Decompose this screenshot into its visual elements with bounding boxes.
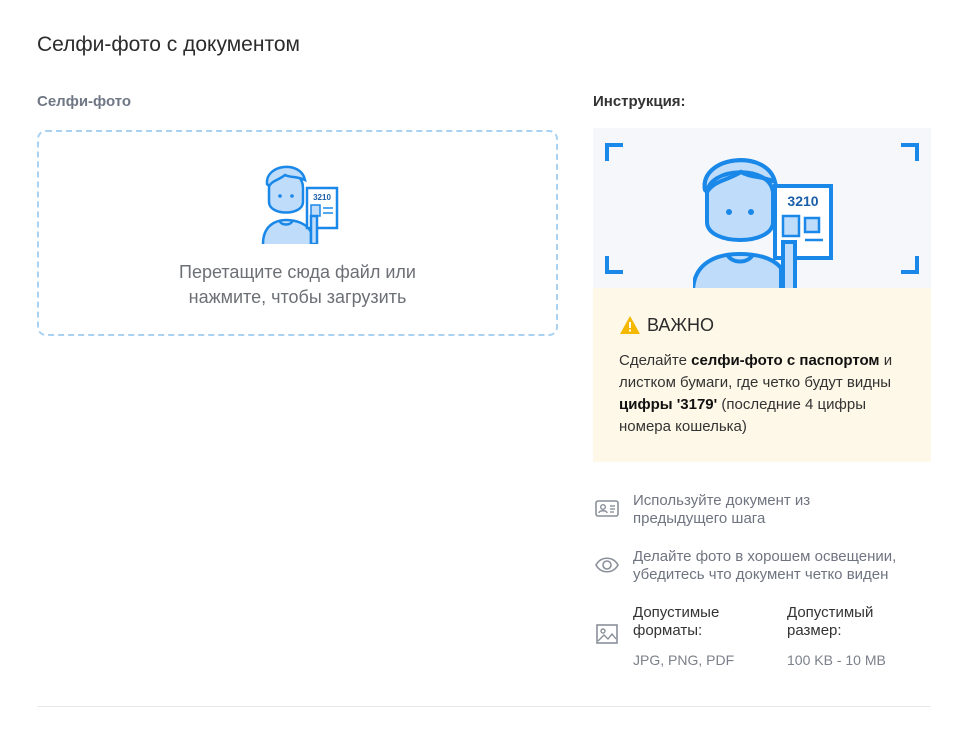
document-number: 3210 bbox=[787, 193, 818, 209]
frame-corner bbox=[901, 143, 919, 161]
drop-text-line1: Перетащите сюда файл или bbox=[179, 262, 416, 282]
warning-icon bbox=[620, 316, 640, 334]
selfie-with-document-illustration: 3210 bbox=[693, 158, 833, 288]
important-text: Сделайте селфи-фото с паспортом и листко… bbox=[619, 352, 893, 435]
important-title: ВАЖНО bbox=[647, 314, 715, 335]
selfie-with-document-illustration: 3210 bbox=[261, 165, 339, 244]
instruction-label: Инструкция: bbox=[593, 93, 686, 110]
image-icon bbox=[596, 624, 618, 644]
tip-lighting-text: Делайте фото в хорошем освещении, убедит… bbox=[633, 548, 897, 583]
frame-corner bbox=[605, 256, 623, 274]
upload-label: Селфи-фото bbox=[37, 93, 132, 110]
document-number: 3210 bbox=[313, 193, 331, 202]
formats-value: JPG, PNG, PDF bbox=[633, 652, 735, 668]
frame-corner bbox=[901, 256, 919, 274]
tip-use-document: Используйте документ из предыдущего шага bbox=[593, 492, 853, 528]
tip-lighting: Делайте фото в хорошем освещении, убедит… bbox=[593, 548, 925, 584]
instruction-card: 3210 ВАЖНО Сделайте селфи-фото с паспорт… bbox=[593, 128, 931, 462]
formats-label: Допустимые форматы: bbox=[633, 604, 720, 639]
selfie-dropzone[interactable]: 3210 Перетащите сюда файл или нажмите, ч… bbox=[37, 130, 558, 336]
size-label: Допустимый размер: bbox=[787, 604, 874, 639]
instruction-image: 3210 bbox=[593, 128, 931, 288]
id-card-icon bbox=[595, 500, 619, 517]
size-value: 100 KB - 10 MB bbox=[787, 652, 886, 668]
tip-use-document-text: Используйте документ из предыдущего шага bbox=[633, 492, 811, 527]
frame-corner bbox=[605, 143, 623, 161]
important-notice: ВАЖНО Сделайте селфи-фото с паспортом и … bbox=[593, 288, 931, 462]
drop-text-line2: нажмите, чтобы загрузить bbox=[188, 287, 407, 307]
formats-column: Допустимые форматы: JPG, PNG, PDF bbox=[633, 604, 773, 669]
tip-formats: Допустимые форматы: JPG, PNG, PDF Допуст… bbox=[593, 604, 921, 669]
eye-icon bbox=[595, 557, 619, 573]
page-title: Селфи-фото с документом bbox=[37, 33, 300, 56]
size-column: Допустимый размер: 100 KB - 10 MB bbox=[787, 604, 907, 669]
bottom-divider bbox=[37, 706, 931, 707]
